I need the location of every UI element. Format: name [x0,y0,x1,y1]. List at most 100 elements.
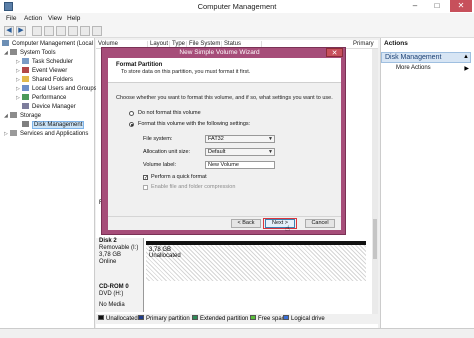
tree-item-task-scheduler[interactable]: Task Scheduler [22,58,73,67]
menu-action[interactable]: Action [24,15,42,22]
storage-icon [10,112,17,118]
help-icon[interactable] [56,26,66,36]
tools-icon [10,49,17,55]
disk-row-disk2[interactable]: Disk 2 Removable (I:) 3,78 GB Online 3,7… [96,238,378,284]
cancel-button[interactable]: Cancel [305,219,335,228]
dialog-title: New Simple Volume Wizard [179,49,260,56]
compression-label: Enable file and folder compression [151,184,236,190]
back-arrow-icon[interactable]: ◀ [4,26,14,36]
window-title: Computer Management [197,2,277,11]
expand-arrow-icon[interactable]: ▷ [16,77,20,83]
menu-bar: File Action View Help [0,13,474,24]
delete-icon[interactable] [92,26,102,36]
format-instruction-text: Choose whether you want to format this v… [116,95,333,101]
navigation-tree: Computer Management (Local ◢ System Tool… [0,38,97,338]
close-button[interactable]: ✕ [450,0,472,12]
legend-extended: Extended partition [192,315,248,322]
forward-arrow-icon[interactable]: ▶ [16,26,26,36]
collapse-arrow-icon[interactable]: ◢ [4,50,8,56]
format-partition-subheading: To store data on this partition, you mus… [121,69,251,75]
tree-item-services[interactable]: Services and Applications [10,130,88,139]
disk2-state: Online [99,259,117,265]
file-system-select[interactable]: FAT32 ▼ [205,135,275,143]
disk2-type: Removable (I:) [99,245,139,251]
maximize-button[interactable]: □ [426,0,448,12]
volume-label-input[interactable]: New Volume [205,161,275,169]
tree-item-root[interactable]: Computer Management (Local [2,40,93,49]
cdrom-info: CD-ROM 0 DVD (H:) No Media [96,284,144,312]
vertical-scrollbar[interactable] [372,49,378,314]
do-not-format-radio[interactable] [129,111,134,116]
device-manager-icon [22,103,29,109]
format-volume-label: Format this volume with the following se… [138,121,251,127]
menu-help[interactable]: Help [67,15,80,22]
expand-arrow-icon[interactable]: ▷ [16,86,20,92]
allocation-unit-size-label: Allocation unit size: [143,149,191,155]
legend-primary: Primary partition [138,315,190,322]
do-not-format-label: Do not format this volume [138,110,201,116]
tree-item-local-users[interactable]: Local Users and Groups [22,85,97,94]
minimize-button[interactable]: – [404,0,426,12]
tree-item-storage[interactable]: Storage [10,112,41,121]
format-partition-heading: Format Partition [116,62,163,68]
file-system-label: File system: [143,136,173,142]
dropdown-arrow-icon: ▼ [268,149,273,155]
status-primary-text: Primary [353,41,374,47]
quick-format-label: Perform a quick format [151,174,207,180]
cdrom-name: CD-ROM 0 [99,284,129,290]
task-scheduler-icon [22,58,29,64]
title-bar: Computer Management – □ ✕ [0,0,474,13]
menu-file[interactable]: File [6,15,16,22]
computer-icon [2,40,9,46]
back-button[interactable]: < Back [231,219,261,228]
dialog-close-button[interactable]: ✕ [326,48,343,57]
tree-item-performance[interactable]: Performance [22,94,66,103]
tree-item-shared-folders[interactable]: Shared Folders [22,76,73,85]
hand-cursor-icon: ☝ [285,224,290,233]
menu-view[interactable]: View [48,15,62,22]
quick-format-checkbox[interactable]: ✓ [143,175,148,181]
toolbar: ◀ ▶ [0,24,474,38]
expand-arrow-icon[interactable]: ▷ [16,95,20,101]
event-viewer-icon [22,67,29,73]
expand-arrow-icon[interactable]: ▷ [4,131,8,137]
partition-status: Unallocated [149,253,181,259]
collapse-up-icon[interactable]: ▲ [463,54,469,60]
cdrom-drive: DVD (H:) [99,291,124,297]
submenu-arrow-icon[interactable]: ▶ [464,65,469,72]
allocation-unit-size-select[interactable]: Default ▼ [205,148,275,156]
properties-sheet-icon[interactable] [80,26,90,36]
status-bar [0,328,474,338]
tree-item-system-tools[interactable]: System Tools [10,49,56,58]
up-folder-icon[interactable] [32,26,42,36]
properties-icon[interactable] [44,26,54,36]
compression-checkbox[interactable] [143,185,148,190]
users-icon [22,85,29,91]
connect-icon[interactable] [68,26,78,36]
format-volume-radio[interactable] [129,122,134,127]
performance-icon [22,94,29,100]
disk2-name: Disk 2 [99,238,117,244]
disk2-size: 3,78 GB [99,252,122,258]
tree-item-event-viewer[interactable]: Event Viewer [22,67,67,76]
tree-item-disk-management[interactable]: Disk Management [22,121,85,130]
disk2-info: Disk 2 Removable (I:) 3,78 GB Online [96,238,144,284]
volume-label-label: Volume label: [143,162,177,168]
collapse-arrow-icon[interactable]: ◢ [4,113,8,119]
disk-management-icon [22,121,29,127]
dialog-body: Format Partition To store data on this p… [108,58,341,233]
disk-row-cdrom[interactable]: CD-ROM 0 DVD (H:) No Media [96,284,378,312]
expand-arrow-icon[interactable]: ▷ [16,59,20,65]
scrollbar-thumb[interactable] [373,219,377,259]
tree-item-device-manager[interactable]: Device Manager [22,103,76,112]
actions-pane: Actions Disk Management ▲ More Actions ▶ [380,38,474,338]
disk-legend: Unallocated Primary partition Extended p… [96,314,378,324]
cdrom-media: No Media [99,302,125,308]
shared-folder-icon [22,76,29,82]
services-icon [10,130,17,136]
dialog-separator [108,216,341,217]
disk2-unallocated-partition[interactable]: 3,78 GB Unallocated [146,241,366,281]
more-actions-link[interactable]: More Actions [396,65,431,71]
actions-section-disk-management[interactable]: Disk Management [381,52,471,63]
expand-arrow-icon[interactable]: ▷ [16,68,20,74]
